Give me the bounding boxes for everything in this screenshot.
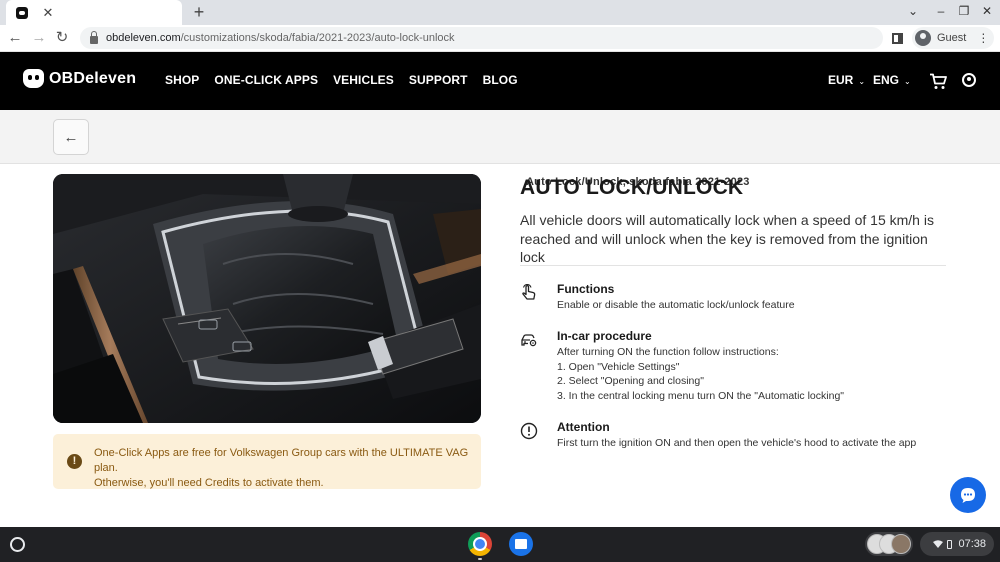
reload-icon[interactable]: ↻ bbox=[53, 28, 71, 48]
os-shelf bbox=[0, 527, 1000, 562]
running-indicator bbox=[478, 558, 482, 560]
page-title: AUTO LOCK/UNLOCK bbox=[520, 176, 744, 199]
more-menu-icon[interactable]: ⋮ bbox=[977, 31, 989, 45]
alert-filled-icon: ! bbox=[67, 454, 82, 469]
section-line: 2. Select "Opening and closing" bbox=[557, 375, 704, 388]
main-navigation: SHOP ONE-CLICK APPS VEHICLES SUPPORT BLO… bbox=[165, 73, 518, 87]
site-logo[interactable]: OBDeleven bbox=[23, 69, 136, 88]
obdeleven-favicon-icon bbox=[16, 6, 28, 19]
url-path: /customizations/skoda/fabia/2021-2023/au… bbox=[180, 32, 455, 44]
browser-tab[interactable]: Auto Lock/Unlock, skoda fabia 2021-2023 … bbox=[6, 0, 749, 188]
nav-blog[interactable]: BLOG bbox=[483, 73, 518, 87]
cart-icon[interactable] bbox=[929, 73, 947, 90]
restore-icon[interactable]: ❐ bbox=[957, 4, 971, 18]
browser-tab-strip: Auto Lock/Unlock, skoda fabia 2021-2023 … bbox=[0, 0, 1000, 188]
language-selector[interactable]: ENG ⌄ bbox=[873, 73, 911, 87]
section-line: Enable or disable the automatic lock/unl… bbox=[557, 299, 795, 311]
arrow-left-icon: ← bbox=[63, 128, 79, 146]
lock-icon bbox=[90, 30, 98, 44]
window-close-icon[interactable]: ✕ bbox=[980, 4, 994, 18]
nav-shop[interactable]: SHOP bbox=[165, 73, 199, 87]
tab-close-icon[interactable]: ✕ bbox=[41, 5, 55, 21]
chrome-app-icon[interactable] bbox=[468, 532, 492, 556]
nav-vehicles[interactable]: VEHICLES bbox=[333, 73, 394, 87]
launcher-icon[interactable] bbox=[10, 537, 25, 552]
section-body: Enable or disable the automatic lock/unl… bbox=[557, 298, 795, 313]
minimize-icon[interactable]: – bbox=[934, 4, 948, 18]
section-heading: Attention bbox=[557, 420, 610, 434]
notice-line-1: One-Click Apps are free for Volkswagen G… bbox=[94, 447, 469, 474]
section-body: After turning ON the function follow ins… bbox=[557, 345, 844, 403]
browser-toolbar: ← → ↻ obdeleven.com/customizations/skoda… bbox=[0, 25, 1000, 52]
notice-text: One-Click Apps are free for Volkswagen G… bbox=[94, 446, 474, 491]
section-line: First turn the ignition ON and then open… bbox=[557, 437, 917, 449]
chat-bubble-icon bbox=[961, 488, 975, 503]
gear-shifter-image bbox=[53, 174, 481, 423]
profile-button[interactable]: Guest ⋮ bbox=[912, 27, 994, 49]
section-line: 3. In the central locking menu turn ON t… bbox=[557, 389, 845, 402]
url-host: obdeleven.com bbox=[106, 32, 181, 44]
chevron-down-icon: ⌄ bbox=[858, 77, 866, 86]
alert-circle-icon bbox=[520, 422, 538, 440]
notice-line-2: Otherwise, you'll need Credits to activa… bbox=[94, 477, 324, 489]
tray-avatars[interactable] bbox=[865, 532, 913, 556]
section-heading: In-car procedure bbox=[557, 329, 652, 343]
side-panel-icon[interactable] bbox=[892, 27, 906, 49]
nav-support[interactable]: SUPPORT bbox=[409, 73, 468, 87]
section-heading: Functions bbox=[557, 282, 615, 296]
battery-icon bbox=[947, 539, 953, 549]
chevron-down-icon: ⌄ bbox=[904, 77, 911, 86]
url-text: obdeleven.com/customizations/skoda/fabia… bbox=[106, 32, 455, 44]
currency-selector[interactable]: EUR ⌄ bbox=[828, 73, 865, 87]
clock: 07:38 bbox=[958, 538, 986, 550]
plan-notice: ! One-Click Apps are free for Volkswagen… bbox=[53, 434, 481, 489]
language-value: ENG bbox=[873, 73, 900, 87]
obdeleven-logo-icon bbox=[23, 69, 44, 88]
forward-arrow-icon[interactable]: → bbox=[30, 28, 48, 48]
new-tab-icon[interactable]: + bbox=[190, 2, 208, 22]
status-tray[interactable]: 07:38 bbox=[920, 532, 994, 556]
site-header: OBDeleven SHOP ONE-CLICK APPS VEHICLES S… bbox=[0, 52, 1000, 110]
section-line: 1. Open "Vehicle Settings" bbox=[557, 360, 680, 373]
profile-label: Guest bbox=[937, 32, 967, 44]
chat-button[interactable] bbox=[950, 477, 986, 513]
nav-one-click-apps[interactable]: ONE-CLICK APPS bbox=[214, 73, 318, 87]
back-button[interactable]: ← bbox=[53, 119, 89, 155]
avatar bbox=[891, 534, 911, 554]
feature-image bbox=[53, 174, 481, 423]
section-body: First turn the ignition ON and then open… bbox=[557, 436, 916, 451]
hand-pointer-icon bbox=[522, 284, 536, 300]
currency-value: EUR bbox=[828, 73, 854, 87]
section-line: After turning ON the function follow ins… bbox=[557, 346, 779, 358]
back-bar: ← bbox=[0, 110, 1000, 164]
divider bbox=[520, 265, 946, 266]
files-app-icon[interactable] bbox=[509, 532, 533, 556]
account-icon[interactable] bbox=[962, 73, 976, 87]
back-arrow-icon[interactable]: ← bbox=[6, 28, 24, 48]
guest-avatar-icon bbox=[915, 30, 931, 46]
car-settings-icon bbox=[521, 334, 537, 347]
address-bar[interactable]: obdeleven.com/customizations/skoda/fabia… bbox=[80, 27, 883, 49]
brand-name: OBDeleven bbox=[49, 69, 137, 87]
tab-search-chevron-icon[interactable]: ⌄ bbox=[906, 4, 920, 18]
wifi-icon bbox=[933, 540, 944, 548]
feature-description: All vehicle doors will automatically loc… bbox=[520, 212, 934, 265]
